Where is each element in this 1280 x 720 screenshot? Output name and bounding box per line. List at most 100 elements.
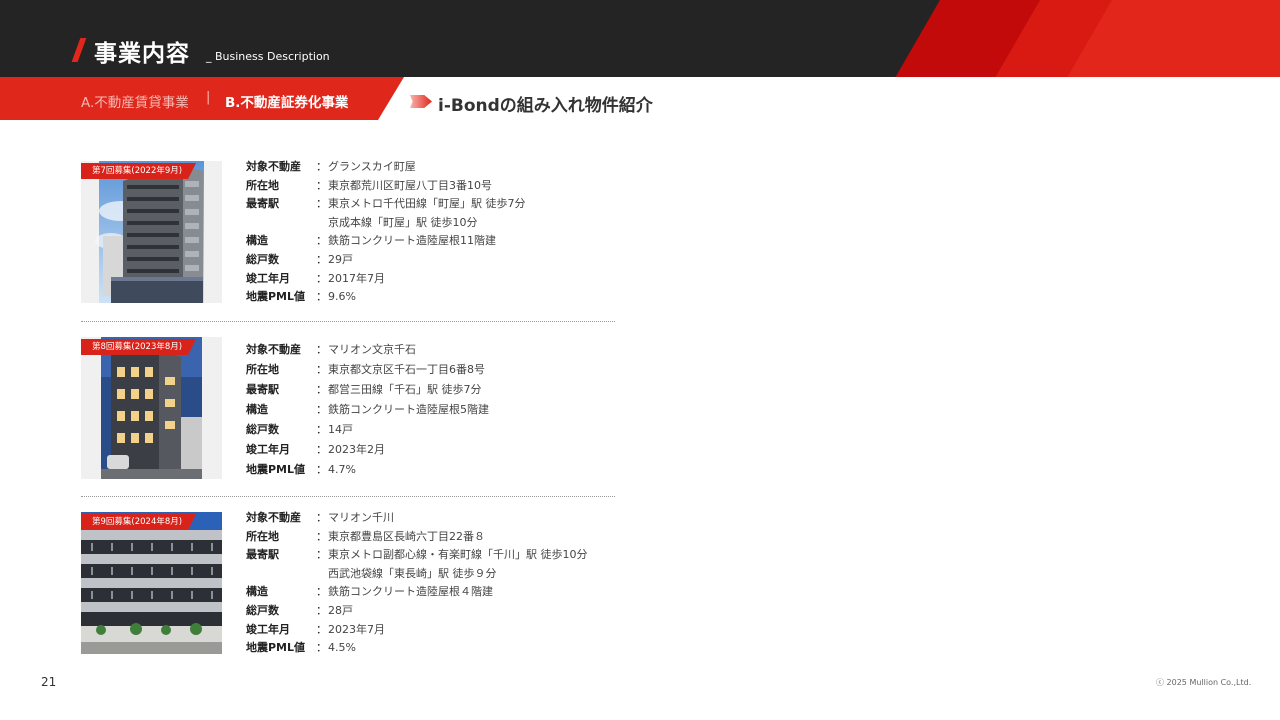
- detail-label: 対象不動産: [246, 343, 301, 356]
- tab-separator: |: [206, 90, 211, 105]
- detail-label: 対象不動産: [246, 160, 301, 173]
- detail-value: 鉄筋コンクリート造陸屋根5階建: [328, 403, 489, 416]
- detail-value: 2017年7月: [328, 271, 385, 285]
- detail-label: 構造: [246, 403, 268, 416]
- property-card: 第7回募集(2022年9月) 対象不動産：グランスカイ町屋 所在地：東京都荒川区…: [81, 158, 621, 307]
- detail-label: 竣工年月: [246, 271, 290, 285]
- property-details: 対象不動産：グランスカイ町屋 所在地：東京都荒川区町屋八丁目3番10号 最寄駅：…: [246, 158, 526, 307]
- recruitment-badge: 第7回募集(2022年9月): [81, 163, 196, 179]
- detail-row: 地震PML値 ： 4.5%: [246, 639, 588, 658]
- header-bar: [0, 0, 1280, 77]
- detail-label: 竣工年月: [246, 443, 290, 456]
- detail-colon: ：: [316, 529, 327, 543]
- detail-label: 地震PML値: [246, 463, 306, 476]
- detail-value: 28戸: [328, 603, 353, 617]
- detail-value: グランスカイ町屋: [328, 160, 416, 173]
- detail-value: 14戸: [328, 423, 353, 436]
- detail-colon: ：: [316, 197, 327, 211]
- copyright: ⓒ 2025 Mullion Co.,Ltd.: [1156, 678, 1252, 687]
- detail-value: マリオン文京千石: [328, 343, 416, 356]
- detail-colon: ：: [316, 363, 327, 376]
- detail-label: 地震PML値: [246, 290, 306, 304]
- detail-row: 対象不動産 ：マリオン文京千石: [246, 340, 489, 360]
- arrow-icon: [410, 95, 432, 108]
- detail-row-continuation: 西武池袋線「東長崎」駅 徒歩９分: [246, 565, 588, 584]
- detail-value: 鉄筋コンクリート造陸屋根４階建: [328, 585, 493, 599]
- detail-colon: ：: [316, 290, 327, 304]
- detail-row: 竣工年月 ： 2023年7月: [246, 621, 588, 640]
- recruitment-badge: 第9回募集(2024年8月): [81, 514, 196, 530]
- property-details: 対象不動産：マリオン文京千石 所在地：東京都文京区千石一丁目6番8号 最寄駅：都…: [246, 340, 489, 480]
- page-title: 事業内容: [94, 41, 190, 67]
- detail-label: 所在地: [246, 363, 279, 376]
- detail-value: 29戸: [328, 252, 353, 266]
- detail-value: 都営三田線「千石」駅 徒歩7分: [328, 383, 482, 396]
- detail-label: 最寄駅: [246, 548, 279, 562]
- detail-colon: ：: [316, 423, 327, 436]
- detail-colon: ：: [316, 178, 327, 192]
- detail-label: 総戸数: [246, 252, 279, 266]
- detail-row: 竣工年月 ： 2023年2月: [246, 440, 489, 460]
- detail-value: 9.6%: [328, 290, 356, 304]
- detail-colon: ：: [316, 234, 327, 248]
- detail-row: 総戸数 ： 14戸: [246, 420, 489, 440]
- recruitment-badge: 第8回募集(2023年8月): [81, 339, 196, 355]
- detail-value: 東京メトロ千代田線「町屋」駅 徒歩7分: [328, 197, 526, 211]
- detail-row: 構造 ：鉄筋コンクリート造陸屋根5階建: [246, 400, 489, 420]
- detail-row: 地震PML値 ： 4.7%: [246, 460, 489, 480]
- page-subtitle: _ Business Description: [206, 50, 330, 63]
- detail-row: 地震PML値 ： 9.6%: [246, 288, 526, 307]
- detail-label: 所在地: [246, 178, 279, 192]
- detail-label: 竣工年月: [246, 622, 290, 636]
- building-image: [101, 337, 202, 479]
- tab-securitization[interactable]: B.不動産証券化事業: [225, 91, 348, 111]
- detail-value: 2023年2月: [328, 443, 385, 456]
- detail-value: 東京メトロ副都心線・有楽町線「千川」駅 徒歩10分: [328, 548, 588, 562]
- detail-colon: ：: [316, 343, 327, 356]
- detail-value: 西武池袋線「東長崎」駅 徒歩９分: [328, 566, 497, 580]
- property-photo: [81, 161, 222, 303]
- detail-label: 構造: [246, 585, 268, 599]
- detail-value: 京成本線「町屋」駅 徒歩10分: [328, 215, 478, 229]
- detail-row: 総戸数 ： 29戸: [246, 251, 526, 270]
- detail-colon: ：: [316, 548, 327, 562]
- detail-label: 総戸数: [246, 603, 279, 617]
- detail-label: 最寄駅: [246, 383, 279, 396]
- property-card: 第9回募集(2024年8月) 対象不動産：マリオン千川 所在地：東京都豊島区長崎…: [81, 509, 621, 658]
- property-photo: [81, 512, 222, 654]
- detail-value: 鉄筋コンクリート造陸屋根11階建: [328, 234, 496, 248]
- building-image: [81, 512, 222, 654]
- detail-value: 2023年7月: [328, 622, 385, 636]
- detail-colon: ：: [316, 585, 327, 599]
- detail-colon: ：: [316, 252, 327, 266]
- property-photo: [81, 337, 222, 479]
- detail-colon: ：: [316, 271, 327, 285]
- detail-value: 東京都文京区千石一丁目6番8号: [328, 363, 485, 376]
- detail-row: 最寄駅 ：都営三田線「千石」駅 徒歩7分: [246, 380, 489, 400]
- detail-row: 最寄駅 ：東京メトロ副都心線・有楽町線「千川」駅 徒歩10分: [246, 546, 588, 565]
- detail-colon: ：: [316, 463, 327, 476]
- detail-value: 4.5%: [328, 641, 356, 655]
- detail-label: 地震PML値: [246, 641, 306, 655]
- tab-real-estate-leasing[interactable]: A.不動産賃貸事業: [81, 91, 189, 111]
- divider: [81, 321, 615, 322]
- detail-colon: ：: [316, 383, 327, 396]
- detail-row: 竣工年月 ： 2017年7月: [246, 270, 526, 289]
- detail-value: 4.7%: [328, 463, 356, 476]
- detail-value: 東京都荒川区町屋八丁目3番10号: [328, 178, 492, 192]
- divider: [81, 496, 615, 497]
- page-number: 21: [41, 675, 57, 689]
- detail-colon: ：: [316, 622, 327, 636]
- detail-row: 対象不動産 ：マリオン千川: [246, 509, 588, 528]
- detail-label: 対象不動産: [246, 511, 301, 524]
- detail-row: 所在地 ：東京都豊島区長崎六丁目22番８: [246, 528, 588, 547]
- detail-row: 所在地 ：東京都荒川区町屋八丁目3番10号: [246, 177, 526, 196]
- detail-colon: ：: [316, 641, 327, 655]
- detail-colon: ：: [316, 403, 327, 416]
- detail-label: 所在地: [246, 529, 279, 543]
- property-details: 対象不動産：マリオン千川 所在地：東京都豊島区長崎六丁目22番８ 最寄駅：東京メ…: [246, 509, 588, 658]
- detail-label: 構造: [246, 234, 268, 248]
- property-card: 第8回募集(2023年8月) 対象不動産：マリオン文京千石 所在地：東京都文京区…: [81, 337, 621, 482]
- detail-value: 東京都豊島区長崎六丁目22番８: [328, 529, 485, 543]
- detail-colon: ：: [316, 160, 327, 173]
